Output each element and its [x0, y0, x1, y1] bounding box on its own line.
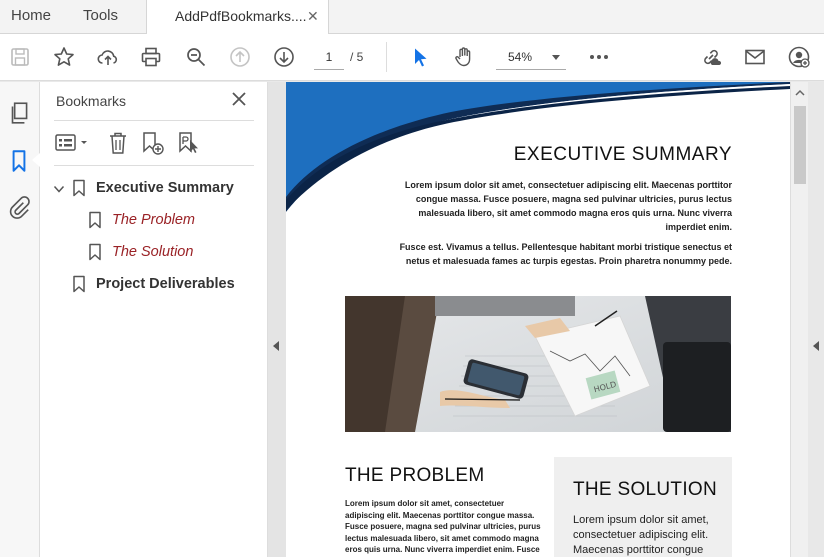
bookmark-item-project-deliverables[interactable]: Project Deliverables — [96, 273, 235, 297]
bookmark-icon — [89, 211, 101, 229]
bookmarks-title: Bookmarks — [56, 93, 127, 109]
select-arrow-icon[interactable] — [407, 44, 433, 70]
options-menu-icon[interactable] — [54, 130, 92, 156]
page-number-input[interactable]: 1 — [314, 46, 344, 70]
divider — [54, 165, 254, 166]
attachment-icon[interactable] — [6, 194, 32, 220]
page-up-icon[interactable] — [227, 44, 253, 70]
bookmark-item-executive-summary[interactable]: Executive Summary — [96, 177, 234, 201]
divider — [54, 120, 254, 121]
bookmark-item-the-solution[interactable]: The Solution — [112, 241, 193, 265]
new-bookmark-icon[interactable] — [140, 130, 166, 156]
bookmarks-panel: Bookmarks Executive Summary The Problem … — [40, 82, 268, 557]
upload-icon[interactable] — [95, 44, 121, 70]
tab-document[interactable]: AddPdfBookmarks.... ✕ — [146, 0, 329, 35]
business-photo: HOLD — [345, 296, 731, 432]
tab-bar: Home Tools AddPdfBookmarks.... ✕ — [0, 0, 824, 35]
zoom-value: 54% — [508, 50, 533, 64]
zoom-out-icon[interactable] — [183, 44, 209, 70]
page-down-icon[interactable] — [271, 44, 297, 70]
share-link-icon[interactable] — [698, 44, 724, 70]
executive-summary-heading: EXECUTIVE SUMMARY — [513, 144, 732, 165]
zoom-select[interactable]: 54% — [496, 46, 566, 70]
user-add-icon[interactable] — [786, 44, 812, 70]
expand-right-panel-icon[interactable] — [813, 341, 819, 351]
pages-icon[interactable] — [6, 100, 32, 126]
tab-document-label: AddPdfBookmarks.... — [175, 8, 307, 24]
close-icon[interactable] — [230, 90, 248, 108]
save-icon[interactable] — [7, 44, 33, 70]
close-tab-icon[interactable]: ✕ — [307, 0, 319, 32]
pdf-page: EXECUTIVE SUMMARY Lorem ipsum dolor sit … — [286, 82, 790, 557]
tab-tools[interactable]: Tools — [83, 0, 118, 34]
active-indicator — [32, 153, 40, 167]
bookmark-icon — [73, 179, 85, 197]
mail-icon[interactable] — [742, 44, 768, 70]
toolbar-divider — [386, 42, 387, 72]
bookmark-item-the-problem[interactable]: The Problem — [112, 209, 195, 233]
executive-summary-paragraph-1: Lorem ipsum dolor sit amet, consectetuer… — [404, 180, 732, 232]
bookmark-label: The Problem — [112, 212, 196, 228]
bookmark-icon — [73, 275, 85, 293]
star-icon[interactable] — [51, 44, 77, 70]
print-icon[interactable] — [138, 44, 164, 70]
navigation-rail — [0, 82, 40, 557]
delete-icon[interactable] — [106, 130, 130, 156]
tab-home[interactable]: Home — [11, 0, 51, 34]
collapse-panel-icon[interactable] — [273, 341, 279, 351]
bookmark-label: Executive Summary — [96, 180, 234, 196]
bookmark-label: Project Deliverables — [96, 276, 235, 292]
executive-summary-paragraph-2: Fusce est. Vivamus a tellus. Pellentesqu… — [399, 242, 732, 266]
toolbar: 1 / 5 54% — [0, 34, 824, 81]
scrollbar-thumb[interactable] — [794, 106, 806, 184]
solution-heading: THE SOLUTION — [573, 479, 718, 500]
solution-box: THE SOLUTION Lorem ipsum dolor sit amet,… — [554, 457, 732, 557]
page-total: / 5 — [350, 50, 364, 64]
chevron-down-icon — [552, 55, 560, 60]
vertical-scrollbar[interactable] — [790, 82, 808, 557]
bookmark-panel-icon[interactable] — [6, 148, 32, 174]
solution-paragraph: Lorem ipsum dolor sit amet, consectetuer… — [573, 514, 709, 556]
bookmark-icon — [89, 243, 101, 261]
problem-paragraph: Lorem ipsum dolor sit amet, consectetuer… — [345, 499, 541, 557]
bookmark-label: The Solution — [112, 244, 194, 260]
more-icon[interactable] — [586, 44, 612, 70]
problem-heading: THE PROBLEM — [345, 465, 485, 486]
panel-splitter[interactable] — [268, 82, 286, 557]
hand-icon[interactable] — [451, 44, 477, 70]
scroll-up-icon[interactable] — [795, 88, 805, 98]
bookmark-from-selection-icon[interactable] — [176, 130, 202, 156]
document-view[interactable]: EXECUTIVE SUMMARY Lorem ipsum dolor sit … — [286, 82, 790, 557]
right-panel-gutter[interactable] — [808, 82, 824, 557]
chevron-down-icon[interactable] — [53, 183, 65, 195]
